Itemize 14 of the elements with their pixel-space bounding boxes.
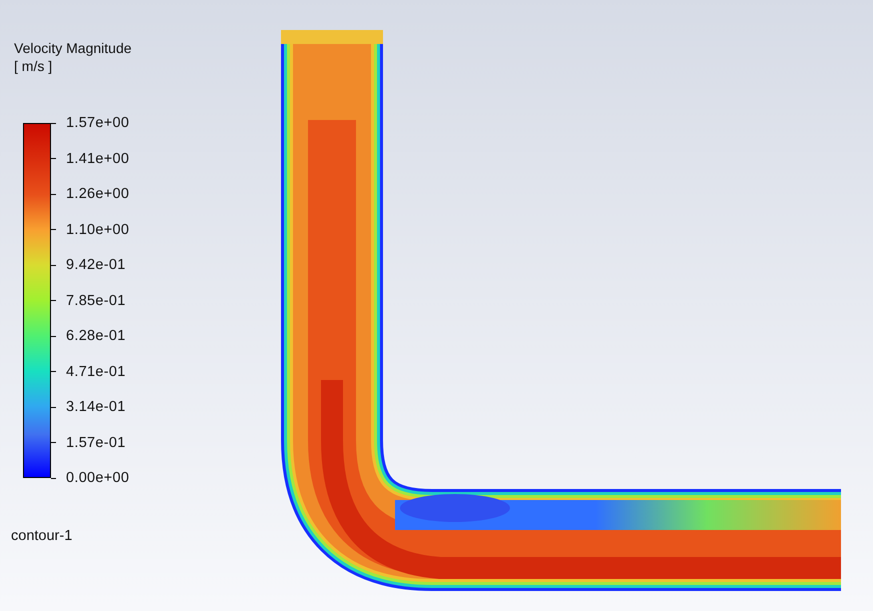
- scale-label: 1.10e+00: [66, 222, 130, 238]
- scale-label: 7.85e-01: [66, 292, 126, 308]
- scale-label: 6.28e-01: [66, 328, 126, 344]
- contour-name: contour-1: [11, 528, 74, 544]
- scale-label: 0.00e+00: [66, 470, 130, 486]
- scale-label: 9.42e-01: [66, 257, 126, 273]
- scale-label: 1.26e+00: [66, 186, 130, 202]
- scale-label: 4.71e-01: [66, 364, 126, 380]
- scale-label: 1.41e+00: [66, 150, 130, 166]
- scale-label: 1.57e-01: [66, 434, 126, 450]
- scale-label: 1.57e+00: [66, 115, 130, 131]
- legend-unit: [ m/s ]: [14, 58, 54, 75]
- legend-title: Velocity Magnitude: [14, 40, 133, 57]
- scale-label: 3.14e-01: [66, 399, 126, 415]
